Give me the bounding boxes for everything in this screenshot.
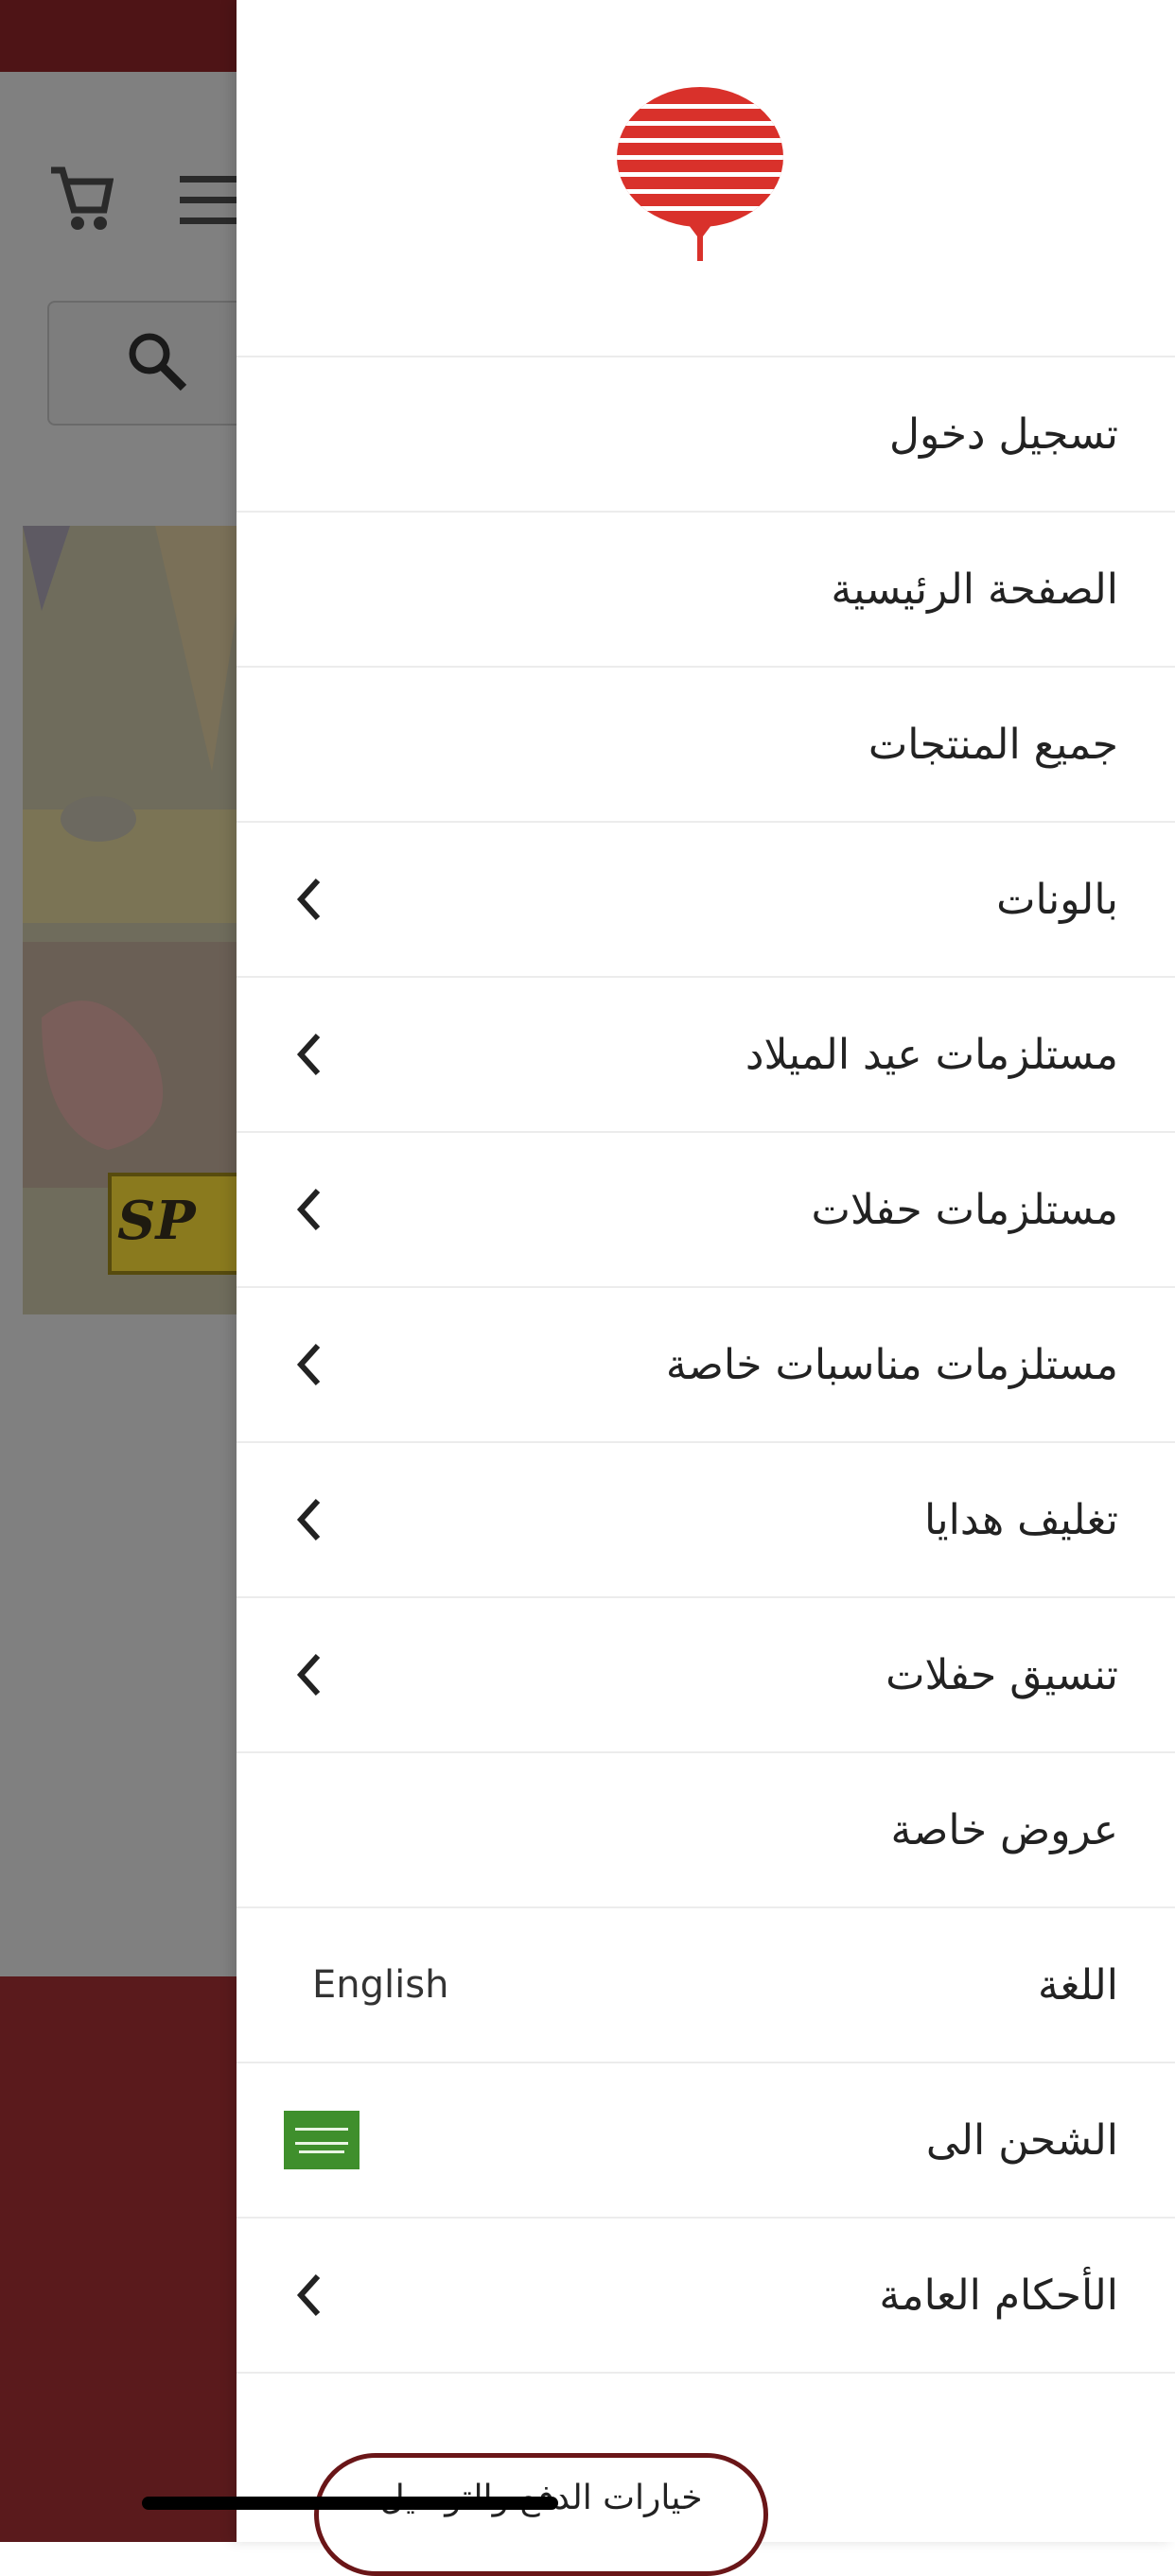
menu-item-label: تنسيق حفلات (886, 1650, 1118, 1699)
balloon-logo[interactable] (615, 83, 785, 263)
language-value[interactable]: English (312, 1963, 448, 2007)
menu-item-terms[interactable]: الأحكام العامة (237, 2219, 1175, 2374)
search-icon (129, 333, 187, 392)
menu-item-label: مستلزمات مناسبات خاصة (665, 1340, 1118, 1389)
promo-banner[interactable]: SP (23, 526, 246, 1314)
menu-item-login[interactable]: تسجيل دخول (237, 357, 1175, 513)
menu-item-label: الشحن الى (925, 2115, 1118, 2165)
footer (0, 1976, 246, 2542)
saudi-flag-icon[interactable] (284, 2111, 360, 2169)
menu-item-special-offers[interactable]: عروض خاصة (237, 1753, 1175, 1908)
chevron-left-icon (296, 1033, 321, 1076)
drawer-menu: تسجيل دخول الصفحة الرئيسية جميع المنتجات… (237, 356, 1175, 2374)
menu-item-balloons[interactable]: بالونات (237, 823, 1175, 978)
payment-delivery-button[interactable]: خيارات الدفع والتوصيل (314, 2453, 768, 2576)
menu-item-home[interactable]: الصفحة الرئيسية (237, 513, 1175, 668)
chevron-left-icon (296, 878, 321, 921)
menu-item-label: مستلزمات عيد الميلاد (745, 1030, 1118, 1079)
menu-item-label: مستلزمات حفلات (811, 1185, 1118, 1234)
menu-item-label: تغليف هدايا (923, 1495, 1118, 1544)
top-bar (0, 0, 246, 72)
banner-text: SP (117, 1190, 196, 1252)
cart-icon[interactable] (47, 161, 114, 236)
menu-item-special-occasions[interactable]: مستلزمات مناسبات خاصة (237, 1288, 1175, 1443)
menu-item-label: بالونات (996, 875, 1118, 924)
chevron-left-icon (296, 1653, 321, 1697)
menu-item-all-products[interactable]: جميع المنتجات (237, 668, 1175, 823)
search-box[interactable] (47, 301, 246, 426)
menu-item-label: عروض خاصة (890, 1805, 1118, 1854)
chevron-left-icon (296, 2273, 321, 2317)
menu-item-gift-wrapping[interactable]: تغليف هدايا (237, 1443, 1175, 1598)
chevron-left-icon (296, 1188, 321, 1231)
menu-item-label: اللغة (1037, 1960, 1118, 2010)
header-icons (47, 161, 246, 236)
menu-item-party-supplies[interactable]: مستلزمات حفلات (237, 1133, 1175, 1288)
menu-item-label: تسجيل دخول (889, 409, 1118, 459)
side-drawer: تسجيل دخول الصفحة الرئيسية جميع المنتجات… (237, 0, 1175, 2576)
menu-item-label: الصفحة الرئيسية (831, 565, 1118, 614)
menu-item-label: جميع المنتجات (868, 720, 1118, 769)
menu-item-language[interactable]: English اللغة (237, 1908, 1175, 2063)
chevron-left-icon (296, 1498, 321, 1541)
home-indicator[interactable] (142, 2497, 558, 2510)
chevron-left-icon (296, 1343, 321, 1386)
menu-item-ship-to[interactable]: الشحن الى (237, 2063, 1175, 2219)
menu-item-party-planning[interactable]: تنسيق حفلات (237, 1598, 1175, 1753)
background-page: SP (0, 0, 246, 2542)
menu-item-label: الأحكام العامة (879, 2271, 1118, 2320)
menu-item-birthday-supplies[interactable]: مستلزمات عيد الميلاد (237, 978, 1175, 1133)
